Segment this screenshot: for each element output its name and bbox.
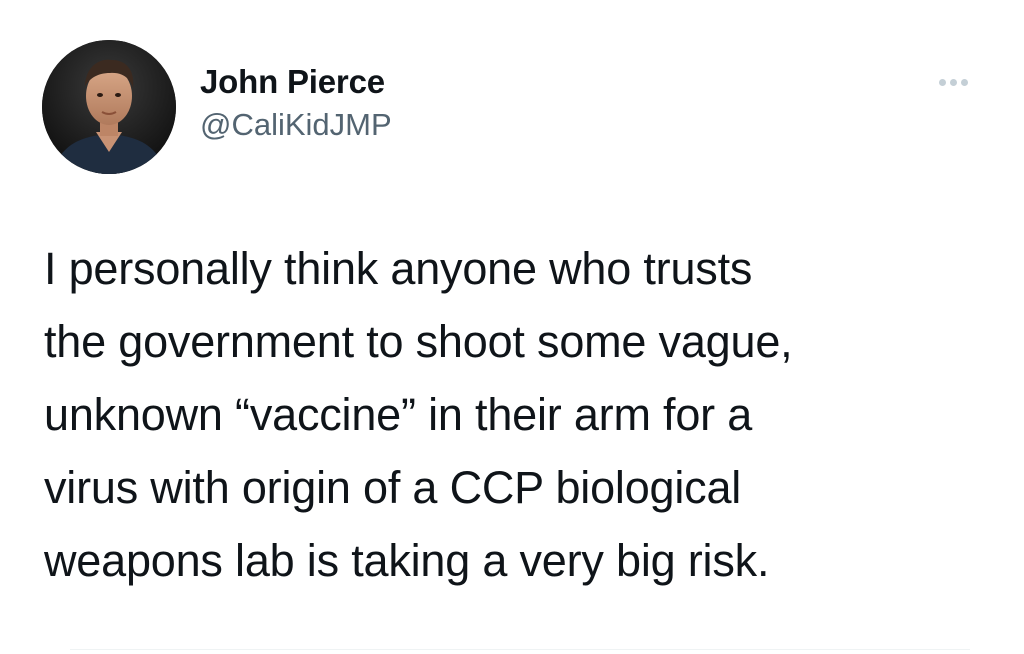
more-horizontal-icon bbox=[960, 78, 968, 86]
tweet-text: I personally think anyone who trusts the… bbox=[44, 243, 793, 586]
avatar-photo bbox=[42, 40, 176, 174]
author-block: John Pierce @CaliKidJMP bbox=[200, 62, 392, 144]
more-horizontal-icon bbox=[949, 78, 957, 86]
author-handle[interactable]: @CaliKidJMP bbox=[200, 106, 392, 144]
author-avatar[interactable] bbox=[42, 40, 176, 174]
tweet-card: John Pierce @CaliKidJMP I personally thi… bbox=[0, 0, 1024, 654]
more-options-button[interactable] bbox=[928, 70, 978, 94]
author-display-name[interactable]: John Pierce bbox=[200, 62, 392, 102]
more-horizontal-icon bbox=[938, 78, 946, 86]
divider bbox=[70, 649, 970, 650]
